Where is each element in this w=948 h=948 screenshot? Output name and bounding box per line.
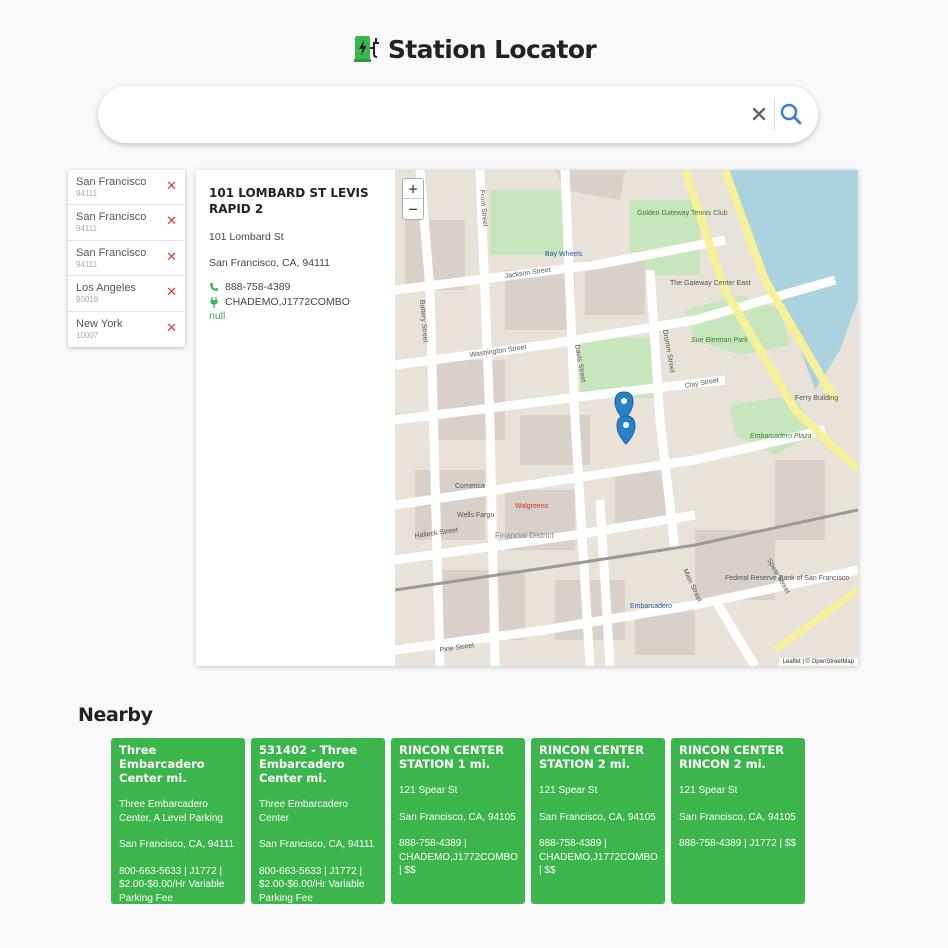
card-address: 121 Spear St [679, 785, 738, 796]
nearby-cards: Three Embarcadero Center mi. Three Embar… [111, 738, 805, 904]
station-info: 101 LOMBARD ST LEVIS RAPID 2 101 Lombard… [196, 170, 395, 666]
recent-item[interactable]: Los Angeles 90018 ✕ [68, 276, 185, 312]
search-icon [780, 103, 802, 125]
recent-item[interactable]: New York 10007 ✕ [68, 312, 185, 347]
app-title: Station Locator [387, 34, 597, 64]
station-street: 101 Lombard St [209, 231, 284, 243]
remove-icon[interactable]: ✕ [166, 250, 177, 263]
map-label: The Gateway Center East [670, 280, 751, 287]
map-label: Comerica [455, 483, 485, 490]
station-panel: 101 LOMBARD ST LEVIS RAPID 2 101 Lombard… [196, 170, 858, 666]
ev-station-logo-icon [353, 36, 379, 62]
nearby-card[interactable]: RINCON CENTER STATION 1 mi. 121 Spear St… [391, 738, 525, 904]
nearby-card[interactable]: Three Embarcadero Center mi. Three Embar… [111, 738, 245, 904]
map-label: Sue Bierman Park [691, 337, 748, 344]
zoom-controls: + − [402, 178, 424, 220]
card-details: 800-663-5633 | J1772 | $2.00-$6.00/Hr Va… [259, 865, 365, 904]
card-address: Three Embarcadero Center, A Level Parkin… [119, 799, 223, 824]
card-city: San Francisco, CA, 94105 [399, 811, 516, 823]
card-address: 121 Spear St [399, 785, 458, 796]
card-address: Three Embarcadero Center [259, 799, 348, 824]
map-label: Embarcadero Plaza [750, 433, 812, 440]
card-details: 888-758-4389 | CHADEMO,J1772COMBO | $$ [399, 838, 518, 876]
card-details: 800-663-5633 | J1772 | $2.00-$6.00/Hr Va… [119, 865, 225, 904]
card-city: San Francisco, CA, 94105 [539, 811, 656, 823]
station-phone-row: 888-758-4389 [209, 281, 382, 293]
clear-button[interactable] [748, 100, 770, 128]
card-details: 888-758-4389 | J1772 | $$ [679, 838, 796, 849]
nearby-heading: Nearby [78, 704, 153, 726]
station-city: San Francisco, CA, 94111 [209, 257, 331, 269]
recent-searches: San Francisco 94111 ✕ San Francisco 9411… [68, 170, 185, 347]
map-attribution[interactable]: Leaflet | © OpenStreetMap [778, 658, 858, 666]
map-label: Golden Gateway Tennis Club [637, 210, 728, 217]
map-label: Bay Wheels [545, 251, 583, 258]
plug-icon [210, 296, 218, 308]
card-title: RINCON CENTER STATION 1 mi. [399, 743, 505, 771]
card-title: 531402 - Three Embarcadero Center mi. [259, 743, 358, 785]
map-canvas[interactable]: The Gateway Center East Washington Stree… [395, 170, 858, 666]
card-city: San Francisco, CA, 94105 [679, 811, 796, 823]
map-label: Embarcadero [630, 603, 672, 610]
remove-icon[interactable]: ✕ [166, 285, 177, 298]
map-label: Federal Reserve Bank of San Francisco [725, 575, 849, 582]
card-title: Three Embarcadero Center mi. [119, 743, 205, 785]
clear-icon [752, 107, 766, 121]
station-pricing: null [209, 310, 226, 322]
nearby-card[interactable]: RINCON CENTER RINCON 2 mi. 121 Spear St … [671, 738, 805, 904]
recent-item[interactable]: San Francisco 94111 ✕ [68, 170, 185, 206]
card-city: San Francisco, CA, 94111 [259, 839, 375, 850]
card-city: San Francisco, CA, 94111 [119, 839, 235, 850]
card-title: RINCON CENTER RINCON 2 mi. [679, 743, 785, 771]
remove-icon[interactable]: ✕ [166, 179, 177, 192]
map-label: Financial District [495, 531, 554, 540]
station-name: 101 LOMBARD ST LEVIS RAPID 2 [209, 186, 369, 216]
nearby-card[interactable]: 531402 - Three Embarcadero Center mi. Th… [251, 738, 385, 904]
search-button[interactable] [778, 99, 804, 129]
map-view[interactable]: The Gateway Center East Washington Stree… [395, 170, 858, 666]
map-label: Wells Fargo [457, 512, 494, 519]
map-label: Ferry Building [795, 395, 838, 402]
app-header: Station Locator [0, 34, 948, 64]
park-area [490, 190, 565, 255]
card-address: 121 Spear St [539, 785, 598, 796]
station-connectors-row: CHADEMO,J1772COMBO [209, 296, 382, 308]
map-label: Walgreens [515, 503, 549, 510]
remove-icon[interactable]: ✕ [166, 214, 177, 227]
zoom-out-button[interactable]: − [403, 199, 423, 219]
zoom-in-button[interactable]: + [403, 179, 423, 199]
search-divider [774, 98, 775, 131]
search-input[interactable] [120, 100, 720, 128]
card-title: RINCON CENTER STATION 2 mi. [539, 743, 645, 771]
recent-item[interactable]: San Francisco 94111 ✕ [68, 205, 185, 241]
station-phone: 888-758-4389 [225, 281, 291, 293]
recent-item[interactable]: San Francisco 94111 ✕ [68, 241, 185, 277]
station-connectors: CHADEMO,J1772COMBO [225, 296, 350, 308]
nearby-card[interactable]: RINCON CENTER STATION 2 mi. 121 Spear St… [531, 738, 665, 904]
remove-icon[interactable]: ✕ [166, 321, 177, 334]
phone-icon [210, 283, 218, 291]
search-bar [98, 86, 818, 143]
card-details: 888-758-4389 | CHADEMO,J1772COMBO | $$ [539, 838, 658, 876]
